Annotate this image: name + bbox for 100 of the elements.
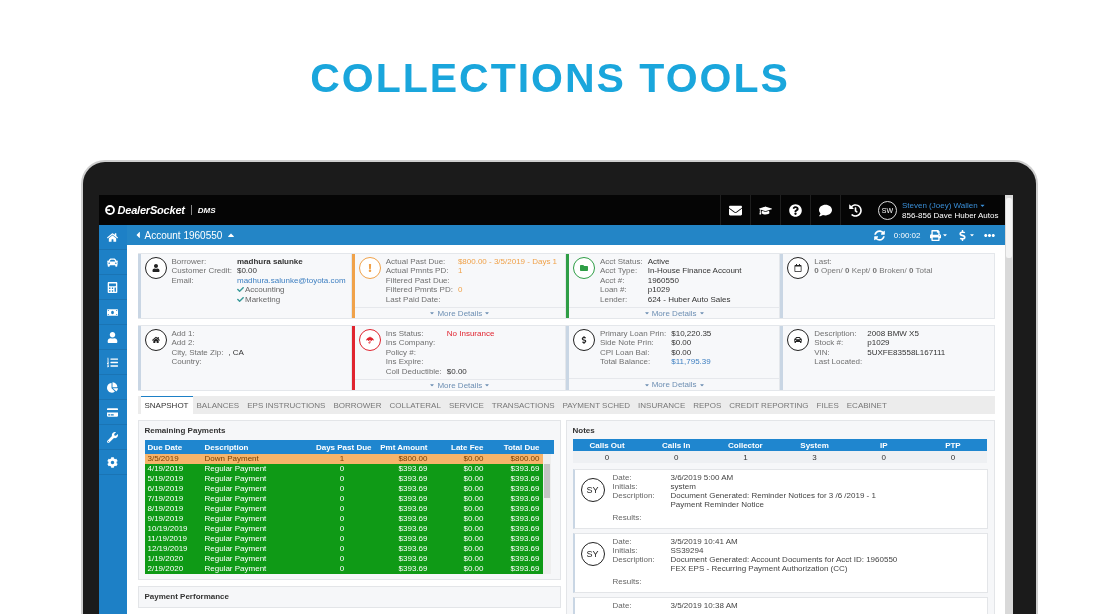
refresh-icon[interactable] [873, 229, 885, 241]
table-cell-text: $393.69 [509, 514, 541, 524]
field-label: Ins Status: [385, 329, 425, 339]
check-option[interactable]: Marketing [236, 294, 346, 305]
tab[interactable]: PAYMENT SCHED [558, 396, 635, 414]
tab[interactable]: BORROWER [329, 396, 386, 414]
more-details-link[interactable]: More Details [643, 308, 705, 318]
table-cell-text: 11/19/2019 [146, 534, 188, 544]
field-label: Description: [612, 555, 656, 566]
field-value: $10,220.35 [671, 329, 712, 339]
field-value: $800.00 - 3/5/2019 - Days 1 [457, 257, 558, 267]
field-link[interactable]: madhura.salunke@toyota.com [236, 275, 346, 286]
table-cell-text: $393.69 [509, 484, 541, 494]
field-label: Initials: [612, 482, 639, 491]
table-cell-text: $0.00 [462, 484, 485, 494]
logo-icon [104, 205, 115, 215]
tab[interactable]: TRANSACTIONS [487, 396, 559, 414]
table-cell-text: $393.69 [509, 494, 541, 504]
field-label: Customer Credit: [171, 266, 232, 276]
scrollbar[interactable] [542, 454, 551, 574]
print-icon[interactable] [929, 229, 948, 241]
column-header: Calls In [641, 439, 711, 451]
field-label: Loan #: [600, 285, 628, 295]
field-value: 624 - Huber Auto Sales [647, 294, 732, 305]
table-cell-text: 9/19/2019 [146, 514, 185, 524]
table-cell-text: $0.00 [462, 454, 485, 464]
panel-title: Payment Performance [144, 592, 230, 602]
table-cell-text: $0.00 [462, 564, 485, 574]
field-value: 0 [457, 285, 464, 295]
field-label: Policy #: [385, 347, 417, 358]
more-details-link[interactable]: More Details [429, 380, 491, 390]
table-cell-text: 7/19/2019 [146, 494, 185, 504]
table-cell-text: $0.00 [462, 504, 485, 514]
tab[interactable]: ECABINET [842, 396, 891, 414]
field-label: City, State Zip: [171, 347, 224, 358]
tab[interactable]: COLLATERAL [385, 396, 445, 414]
table-cell-text: $393.69 [509, 554, 541, 564]
field-label: Add 1: [171, 329, 196, 339]
caret-icon [429, 310, 436, 316]
headline: COLLECTIONS TOOLS [310, 54, 790, 103]
caret-icon [643, 381, 650, 388]
table-cell-text: Regular Payment [203, 554, 268, 564]
table-cell-text: $0.00 [462, 534, 485, 544]
product-name: DMS [197, 205, 216, 215]
table-cell-text: $393.69 [397, 464, 429, 474]
tab[interactable]: EPS INSTRUCTIONS [243, 396, 330, 414]
field-value: $0.00 [446, 366, 468, 377]
field-label: Description: [612, 491, 656, 502]
field-value: 3/5/2019 10:38 AM [670, 601, 738, 610]
table-cell-text: 10/19/2019 [146, 524, 189, 534]
table-cell-text: $393.69 [397, 524, 429, 534]
table-cell-text: $393.69 [397, 514, 429, 524]
check-option[interactable]: Accounting [236, 285, 346, 295]
field-label: Date: [612, 537, 633, 546]
tab[interactable]: INSURANCE [634, 396, 690, 414]
table-cell-text: 0 [338, 494, 346, 504]
field-value: 2008 BMW X5 [867, 329, 920, 339]
caret-icon [698, 381, 705, 388]
field-label: Coll Deductible: [385, 366, 442, 377]
more-details-link[interactable]: More Details [429, 308, 491, 318]
field-label: Lender: [600, 294, 629, 305]
table-cell-text: $0.00 [462, 474, 485, 484]
caret-icon [643, 310, 650, 316]
field-value: Document Generated: Reminder Notices for 3 /6 /2019 - 1 Payment Reminder Notice [670, 491, 876, 509]
field-value: $0.00 [671, 338, 693, 348]
field-value: No Insurance [446, 329, 495, 339]
tab[interactable]: BALANCES [192, 396, 244, 414]
table-cell-text: $800.00 [509, 454, 541, 464]
tab[interactable]: REPOS [689, 396, 726, 414]
more-details-link[interactable]: More Details [643, 380, 705, 389]
promise-summary: 0 Open/ 0 Kept/ 0 Broken/ 0 Total [814, 266, 933, 276]
field-label: Filtered Past Due: [385, 275, 451, 286]
table-cell-text: $393.69 [397, 474, 429, 484]
table-cell-text: 0 [338, 484, 346, 494]
field-label: Acct Status: [600, 257, 643, 267]
field-value: , CA [228, 347, 244, 358]
tab[interactable]: SERVICE [444, 396, 488, 414]
table-cell-text: Down Payment [203, 454, 260, 464]
table-cell-text: 0 [338, 544, 346, 554]
table-cell-text: 8/19/2019 [146, 504, 185, 514]
tab[interactable]: SNAPSHOT [140, 396, 193, 414]
table-cell-text: $393.69 [397, 484, 429, 494]
table-cell-text: 3/5/2019 [146, 454, 180, 464]
tab[interactable]: CREDIT REPORTING [725, 396, 813, 414]
field-label: Acct Type: [600, 266, 639, 276]
field-link[interactable]: $11,795.39 [671, 357, 712, 367]
table-cell-text: $0.00 [462, 544, 485, 554]
table-cell-text: $393.69 [397, 504, 429, 514]
field-label: Actual Pmnts PD: [385, 266, 450, 276]
scrollbar[interactable] [1004, 195, 1013, 614]
column-header: Description [203, 441, 250, 454]
field-value: Document Generated: Account Documents for Acct ID: 1960550 FEX EPS - Recurring Payment Authorization (CC) [670, 555, 898, 573]
tab[interactable]: FILES [812, 396, 843, 414]
user-name[interactable]: Steven (Joey) Wallen [902, 200, 999, 210]
field-label: CPI Loan Bal: [600, 347, 651, 358]
timer: 0:00:02 [893, 230, 921, 240]
field-value: In-House Finance Account [647, 266, 742, 276]
dealer-name: 856-856 Dave Huber Autos [902, 210, 999, 220]
caret-icon [484, 310, 491, 316]
table-cell-text: $393.69 [509, 564, 541, 574]
